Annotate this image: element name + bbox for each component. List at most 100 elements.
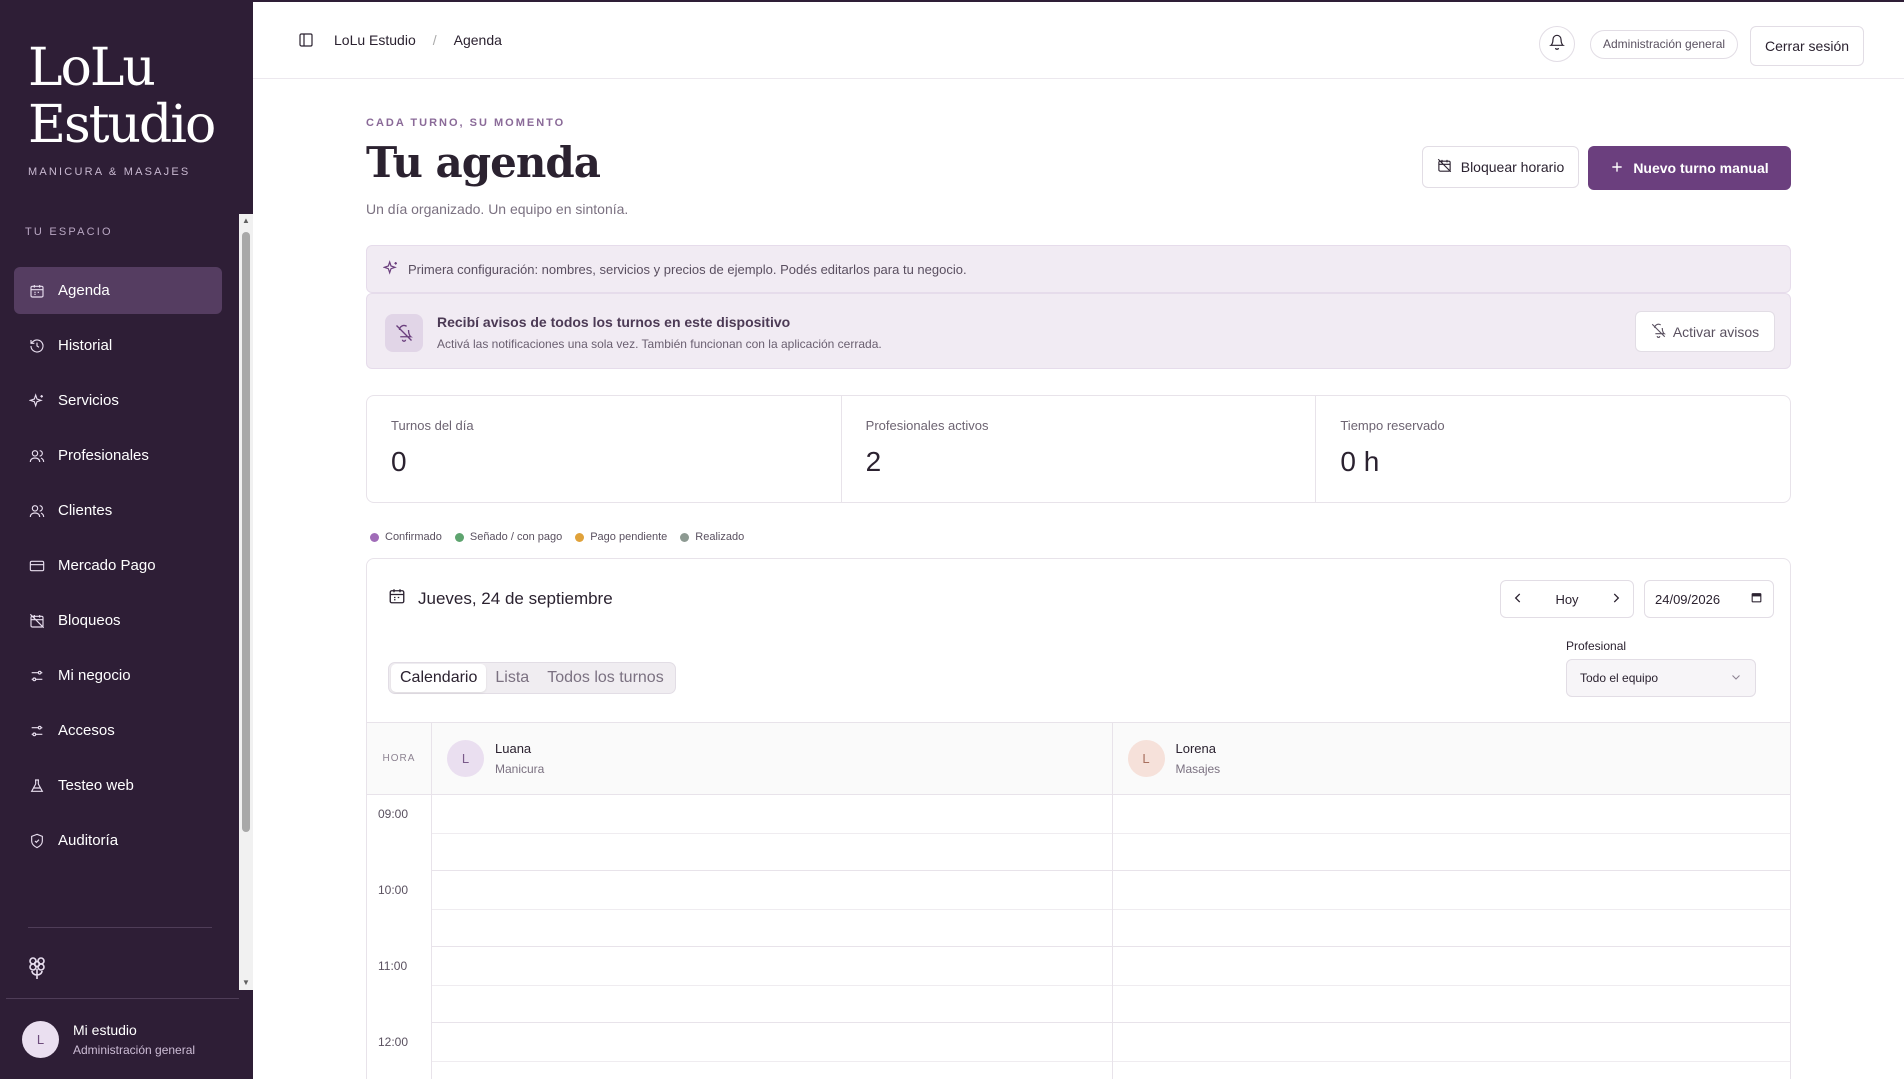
flower-icon[interactable] [27, 956, 47, 985]
hour-label: 12:00 [367, 1023, 432, 1079]
shield-check-icon [29, 833, 45, 849]
stat-label: Profesionales activos [865, 418, 989, 433]
today-button[interactable]: Hoy [1555, 592, 1578, 607]
breadcrumb-separator: / [432, 32, 437, 48]
sidebar-scrollbar[interactable]: ▲ ▼ [239, 214, 253, 990]
block-schedule-button[interactable]: Bloquear horario [1422, 146, 1579, 188]
sidebar-user[interactable]: L Mi estudio Administración general [6, 998, 239, 1079]
new-appointment-button[interactable]: Nuevo turno manual [1588, 146, 1791, 190]
sidebar-item-auditoria[interactable]: Auditoría [14, 817, 222, 864]
sidebar-toggle-icon[interactable] [298, 32, 314, 48]
legend-label: Señado / con pago [469, 531, 563, 543]
sidebar-item-mi-negocio[interactable]: Mi negocio [14, 652, 222, 699]
role-badge: Administración general [1590, 30, 1739, 59]
status-dot [575, 532, 585, 542]
history-icon [29, 338, 45, 354]
sparkles-icon [382, 259, 408, 279]
breadcrumb-current: Agenda [453, 32, 502, 48]
notifications-banner-title: Recibí avisos de todos los turnos en est… [437, 314, 791, 330]
professional-filter-label: Profesional [1566, 639, 1627, 653]
status-dot [680, 532, 690, 542]
sidebar-item-label: Historial [58, 337, 113, 354]
breadcrumb: LoLu Estudio / Agenda [298, 32, 502, 48]
hour-row: 12:00 [367, 1023, 1790, 1079]
sidebar-item-agenda[interactable]: Agenda [14, 267, 222, 314]
date-input[interactable]: 24/09/2026 [1644, 580, 1774, 618]
scroll-down-icon[interactable]: ▼ [242, 979, 250, 987]
avatar: L [22, 1020, 59, 1058]
time-slot[interactable] [1112, 947, 1790, 1023]
sidebar-item-label: Mi negocio [58, 667, 131, 684]
sidebar-item-accesos[interactable]: Accesos [14, 707, 222, 754]
professional-name: Lorena [1175, 741, 1216, 756]
sidebar-item-label: Clientes [58, 502, 113, 519]
sidebar-item-label: Testeo web [58, 777, 134, 794]
calendar-picker-icon[interactable] [1750, 591, 1763, 607]
chevron-right-icon[interactable] [1609, 591, 1623, 608]
brand-logo[interactable]: LoLu Estudio [28, 40, 248, 154]
setup-banner-text: Primera configuración: nombres, servicio… [408, 261, 967, 277]
status-dot [454, 532, 464, 542]
time-slot[interactable] [432, 1023, 1113, 1079]
brand-tagline: MANICURA & MASAJES [28, 166, 191, 178]
sidebar-item-historial[interactable]: Historial [14, 322, 222, 369]
date-input-value: 24/09/2026 [1655, 591, 1721, 607]
professional-column-luana: L Luana Manicura [432, 723, 1113, 794]
calendar-icon [29, 283, 45, 299]
page-subtitle: Un día organizado. Un equipo en sintonía… [366, 201, 629, 217]
sidebar-item-profesionales[interactable]: Profesionales [14, 432, 222, 479]
stat-label: Tiempo reservado [1340, 418, 1445, 433]
time-slot[interactable] [1112, 1023, 1790, 1079]
scroll-up-icon[interactable]: ▲ [242, 217, 250, 225]
chevron-left-icon[interactable] [1511, 591, 1525, 608]
sidebar-item-mercado-pago[interactable]: Mercado Pago [14, 542, 222, 589]
time-slot[interactable] [1112, 795, 1790, 871]
calendar-off-icon [1437, 158, 1461, 176]
time-slot[interactable] [1112, 871, 1790, 947]
users-icon [29, 448, 45, 464]
logout-button[interactable]: Cerrar sesión [1750, 26, 1864, 66]
sidebar-scroll-thumb[interactable] [242, 232, 250, 832]
legend-confirmado: Confirmado [370, 531, 442, 543]
calendar-date-label: Jueves, 24 de septiembre [418, 588, 613, 608]
stats-panel: Turnos del día 0 Profesionales activos 2… [366, 395, 1791, 503]
plus-icon [1610, 160, 1633, 177]
sidebar-item-clientes[interactable]: Clientes [14, 487, 222, 534]
calendar-grid-header: HORA L Luana Manicura L Lorena Masajes [367, 722, 1790, 795]
sidebar-item-label: Agenda [58, 282, 110, 299]
time-slot[interactable] [432, 871, 1113, 947]
hour-column-header: HORA [367, 723, 432, 794]
tab-lista[interactable]: Lista [486, 664, 538, 692]
sidebar-item-servicios[interactable]: Servicios [14, 377, 222, 424]
notifications-banner: Recibí avisos de todos los turnos en est… [366, 293, 1791, 369]
bell-off-icon [1651, 323, 1673, 341]
legend-realizado: Realizado [680, 531, 744, 543]
day-navigator: Hoy [1500, 580, 1634, 618]
time-slot[interactable] [432, 947, 1113, 1023]
professional-select[interactable]: Todo el equipo [1566, 659, 1756, 697]
legend-label: Pago pendiente [590, 531, 668, 543]
users-icon [29, 503, 45, 519]
user-role: Administración general [73, 1042, 196, 1057]
sidebar-item-label: Auditoría [58, 832, 119, 849]
avatar: L [447, 740, 484, 777]
sidebar-item-testeo-web[interactable]: Testeo web [14, 762, 222, 809]
notifications-button[interactable] [1539, 26, 1575, 62]
sidebar-item-label: Bloqueos [58, 612, 121, 629]
user-name: Mi estudio [73, 1021, 137, 1038]
sidebar-divider [28, 927, 212, 928]
chevron-down-icon [1730, 671, 1742, 686]
professional-specialty: Masajes [1175, 762, 1221, 776]
professional-select-value: Todo el equipo [1580, 671, 1659, 685]
enable-notifications-button[interactable]: Activar avisos [1635, 311, 1775, 352]
breadcrumb-root[interactable]: LoLu Estudio [334, 32, 416, 48]
sidebar-item-bloqueos[interactable]: Bloqueos [14, 597, 222, 644]
time-slot[interactable] [432, 795, 1113, 871]
notifications-banner-description: Activá las notificaciones una sola vez. … [437, 337, 882, 351]
stat-value: 0 h [1340, 446, 1380, 477]
tab-todos-los-turnos[interactable]: Todos los turnos [538, 664, 673, 692]
tab-calendario[interactable]: Calendario [391, 664, 487, 692]
status-dot [370, 532, 379, 542]
calendar-grid-body: 09:00 10:00 11:00 12:00 [367, 795, 1790, 1079]
sidebar-item-label: Accesos [58, 722, 115, 739]
